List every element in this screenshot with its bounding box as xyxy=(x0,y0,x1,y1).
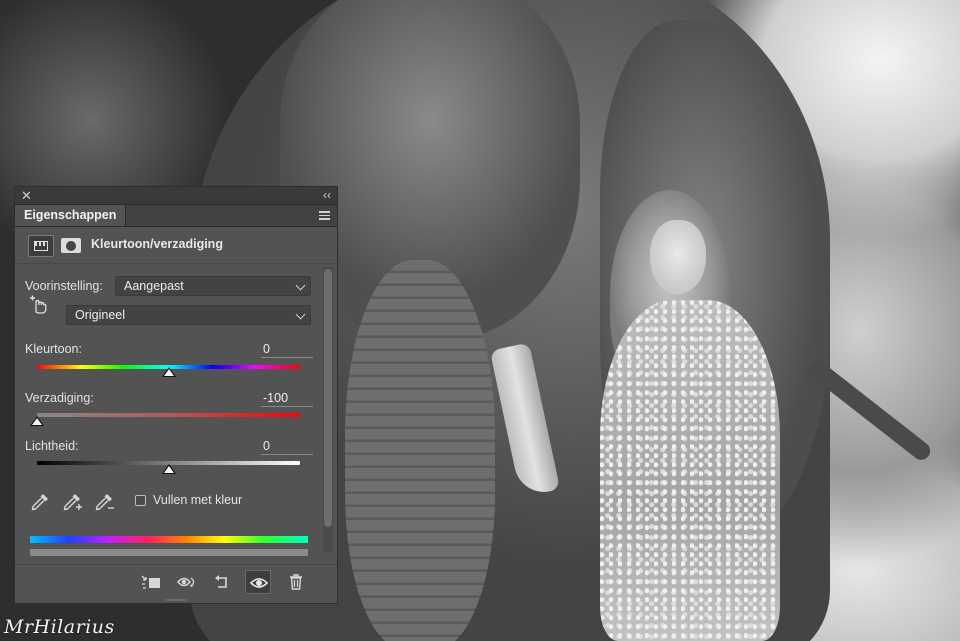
reset-button[interactable] xyxy=(208,570,234,594)
clip-to-layer-button[interactable] xyxy=(137,570,163,594)
chevron-down-icon xyxy=(295,280,306,291)
reset-icon xyxy=(215,575,227,588)
tab-properties[interactable]: Eigenschappen xyxy=(15,205,127,226)
visibility-button[interactable] xyxy=(245,570,271,594)
chevron-down-icon xyxy=(295,309,306,320)
saturation-label: Verzadiging: xyxy=(25,391,94,405)
woman-face xyxy=(650,220,706,294)
panel-title-bar[interactable]: ✕ ‹‹ xyxy=(15,187,337,205)
view-previous-state-icon xyxy=(177,577,195,587)
photographer-signature: MrHilarius xyxy=(4,616,115,638)
panel-footer xyxy=(15,564,337,599)
eyedropper-minus-icon[interactable] xyxy=(93,491,115,513)
eyedropper-icon[interactable] xyxy=(29,491,51,513)
preset-dropdown[interactable]: Aangepast xyxy=(115,276,311,296)
panel-resize-grip[interactable] xyxy=(165,599,187,601)
channel-dropdown[interactable]: Origineel xyxy=(66,305,311,325)
panel-menu-icon[interactable] xyxy=(319,211,330,222)
saturation-value-field[interactable]: -100 xyxy=(261,390,313,407)
double-chevron-left-icon[interactable]: ‹‹ xyxy=(323,187,331,203)
hue-saturation-adjustment-icon[interactable] xyxy=(28,235,54,257)
lightness-slider-thumb[interactable] xyxy=(161,464,176,474)
preset-label: Voorinstelling: xyxy=(25,279,103,293)
colorize-label: Vullen met kleur xyxy=(153,493,243,507)
adjustment-title: Kleurtoon/verzadiging xyxy=(91,237,223,251)
channel-value: Origineel xyxy=(75,308,126,322)
lightness-value-field[interactable]: 0 xyxy=(261,438,313,455)
panel-content: Voorinstelling: Aangepast Origineel Kleu… xyxy=(15,263,321,575)
layer-mask-icon[interactable] xyxy=(61,238,81,253)
woman-dress xyxy=(600,300,780,641)
delete-button[interactable] xyxy=(283,570,309,594)
hue-slider-thumb[interactable] xyxy=(161,367,176,377)
adjustment-header: Kleurtoon/verzadiging xyxy=(15,227,337,264)
panel-tab-row: Eigenschappen xyxy=(15,205,337,227)
lightness-label: Lichtheid: xyxy=(25,439,79,453)
view-previous-state-button[interactable] xyxy=(173,570,199,594)
properties-panel: ✕ ‹‹ Eigenschappen Kleurtoon/verzadiging… xyxy=(14,186,338,604)
trash-icon xyxy=(290,574,302,590)
preset-value: Aangepast xyxy=(124,279,184,293)
eye-icon xyxy=(249,578,269,588)
output-color-spectrum xyxy=(30,549,308,556)
saturation-slider-thumb[interactable] xyxy=(30,416,44,426)
hue-value-field[interactable]: 0 xyxy=(261,341,313,358)
elephant-trunk xyxy=(345,260,495,641)
input-color-spectrum xyxy=(30,536,308,543)
clip-to-layer-icon xyxy=(141,575,160,589)
hue-label: Kleurtoon: xyxy=(25,342,82,356)
saturation-slider-track[interactable] xyxy=(37,413,300,417)
panel-scrollbar[interactable] xyxy=(323,267,333,552)
scrollbar-thumb[interactable] xyxy=(324,269,332,527)
eyedropper-plus-icon[interactable] xyxy=(61,491,83,513)
colorize-checkbox[interactable] xyxy=(135,495,146,506)
close-icon[interactable]: ✕ xyxy=(21,188,32,203)
hand-pointer-icon[interactable] xyxy=(27,293,49,315)
